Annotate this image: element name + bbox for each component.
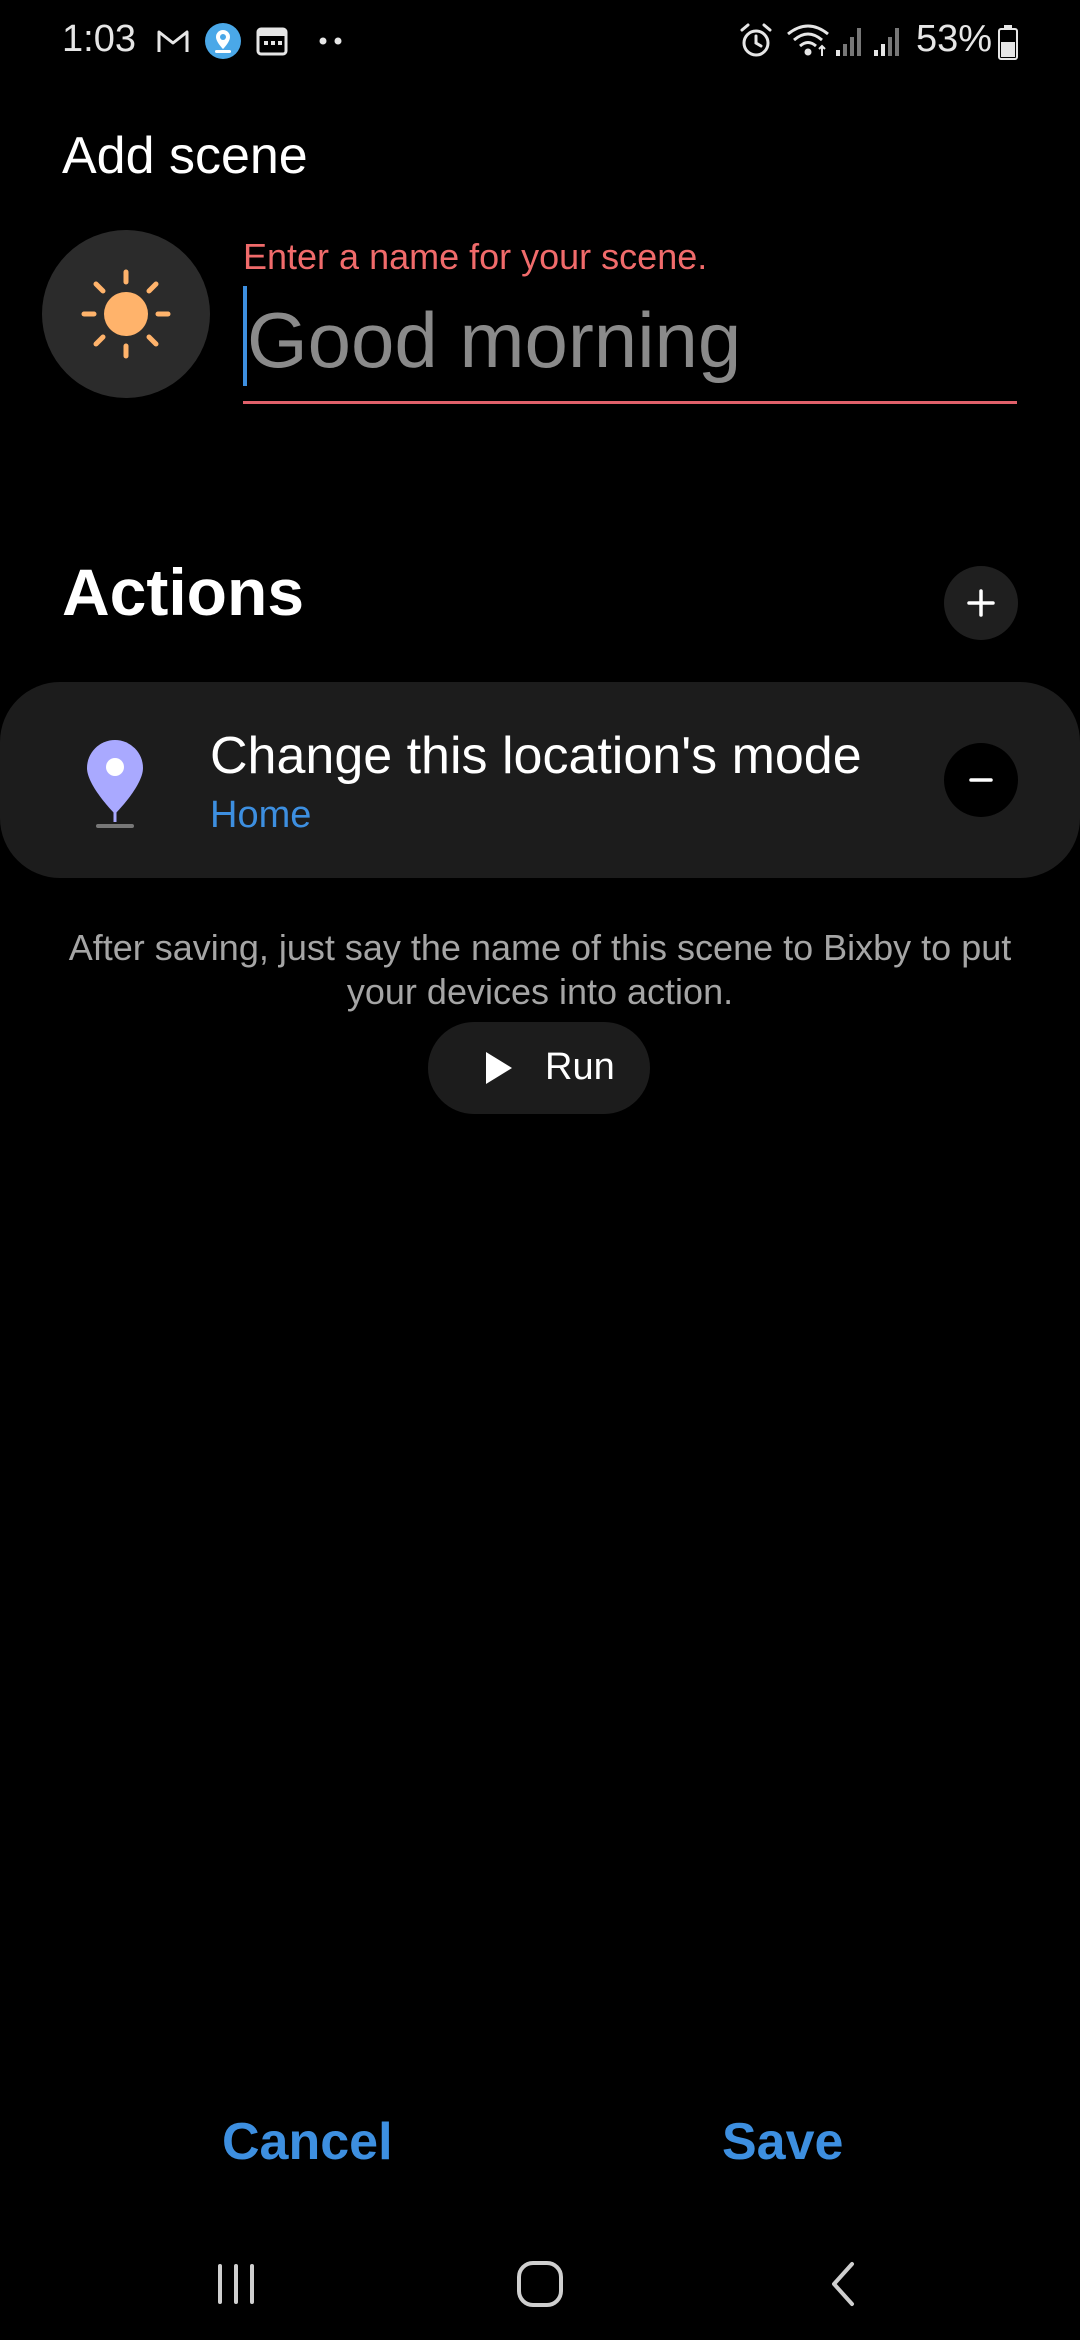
recent-apps-button[interactable] — [196, 2254, 276, 2314]
play-icon — [486, 1052, 512, 1084]
battery-percentage: 53% — [916, 18, 993, 60]
back-button[interactable] — [802, 2254, 882, 2314]
plus-icon — [967, 589, 995, 617]
wifi-icon — [787, 24, 829, 56]
status-bar: 1:03 53% — [0, 0, 1080, 84]
action-subtitle: Home — [210, 794, 312, 836]
save-button[interactable]: Save — [722, 2112, 843, 2172]
signal-icon-2 — [874, 28, 899, 56]
add-action-button[interactable] — [944, 566, 1018, 640]
home-icon — [517, 2261, 563, 2307]
scene-name-field[interactable] — [243, 280, 1017, 404]
home-button[interactable] — [500, 2254, 580, 2314]
run-button[interactable]: Run — [428, 1022, 650, 1114]
more-dots-icon — [319, 37, 342, 45]
calendar-icon — [256, 27, 288, 56]
alarm-icon — [740, 23, 772, 57]
status-time: 1:03 — [62, 18, 136, 60]
bixby-info-text: After saving, just say the name of this … — [68, 927, 1012, 1012]
scene-icon-button[interactable] — [42, 230, 210, 398]
location-pin-icon — [87, 740, 143, 828]
actions-title: Actions — [62, 555, 305, 629]
sun-icon — [81, 269, 171, 359]
recent-apps-icon — [218, 2264, 254, 2304]
action-title: Change this location's mode — [210, 727, 862, 785]
cancel-button[interactable]: Cancel — [222, 2112, 393, 2172]
scene-name-input[interactable] — [247, 284, 1007, 396]
back-icon — [832, 2262, 854, 2306]
signal-icon — [836, 28, 861, 56]
remove-action-button[interactable] — [944, 743, 1018, 817]
maps-location-icon — [205, 23, 241, 59]
run-label: Run — [545, 1046, 615, 1088]
action-item[interactable]: Change this location's mode Home — [0, 682, 1080, 878]
navigation-bar — [0, 2220, 1080, 2340]
minus-icon — [969, 778, 993, 782]
gmail-icon — [157, 30, 189, 52]
scene-name-hint: Enter a name for your scene. — [243, 236, 708, 277]
page-title: Add scene — [62, 127, 308, 185]
battery-icon — [998, 25, 1018, 60]
